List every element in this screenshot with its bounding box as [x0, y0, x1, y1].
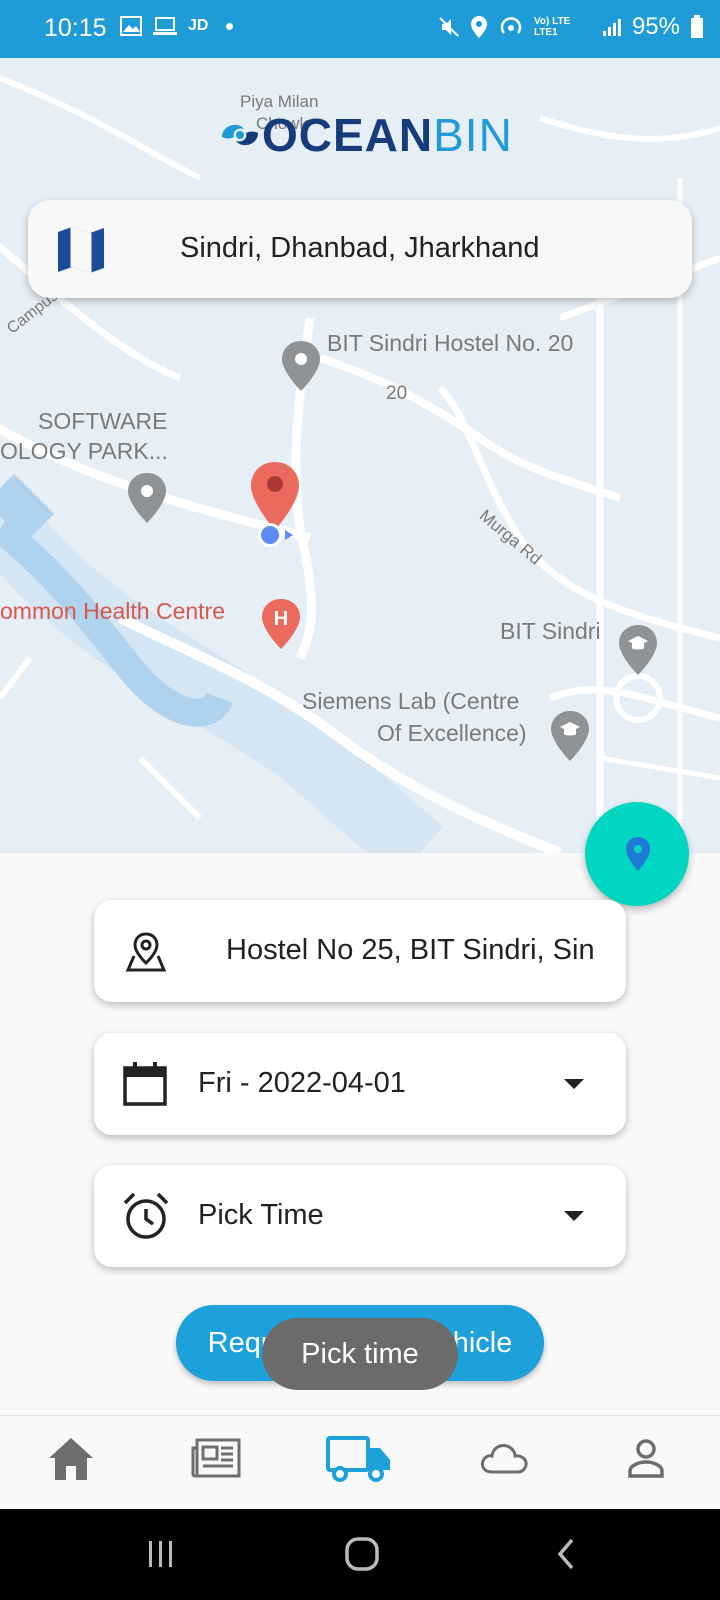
hospital-pin-icon: H	[262, 599, 300, 649]
bottom-navigation	[0, 1415, 720, 1510]
map-label-technology-park: OLOGY PARK...	[0, 438, 168, 464]
nav-profile[interactable]	[624, 1434, 668, 1489]
address-text: Hostel No 25, BIT Sindri, Sindri	[226, 934, 594, 966]
logo-text-bin: BIN	[433, 109, 513, 161]
mute-icon	[439, 17, 459, 37]
truck-icon	[326, 1436, 390, 1482]
back-icon[interactable]	[556, 1537, 576, 1571]
map-icon	[58, 227, 104, 273]
location-text: Sindri, Dhanbad, Jharkhand	[180, 232, 540, 264]
jd-icon: JD	[188, 17, 209, 34]
profile-icon	[628, 1439, 664, 1478]
map-label-road20: 20	[386, 383, 408, 404]
svg-text:H: H	[274, 608, 288, 630]
logo-text-ocean: OCEAN	[262, 109, 434, 161]
nav-cloud[interactable]	[478, 1434, 530, 1489]
battery-icon	[691, 15, 703, 38]
dot-icon	[226, 22, 234, 30]
nav-news[interactable]	[190, 1434, 242, 1489]
place-pin-icon	[128, 473, 166, 523]
battery-percent: 95%	[631, 13, 680, 40]
map-view[interactable]: Piya Milan Chowk Campus In BIT Sindri Ho…	[0, 58, 720, 853]
alarm-clock-icon	[123, 1192, 169, 1239]
app-logo: OCEAN BIN	[218, 108, 513, 162]
hotspot-icon	[500, 17, 522, 34]
status-time: 10:15	[44, 14, 107, 42]
time-dropdown-arrow-icon[interactable]	[564, 1211, 584, 1221]
date-dropdown-arrow-icon[interactable]	[564, 1079, 584, 1089]
system-navigation-bar	[0, 1509, 720, 1600]
date-picker[interactable]: Fri - 2022-04-01	[94, 1033, 626, 1135]
signal-icon	[602, 19, 621, 36]
location-pin-outline-icon	[125, 932, 167, 972]
calendar-icon	[123, 1062, 167, 1106]
location-icon	[470, 16, 487, 38]
cloud-icon	[480, 1444, 528, 1474]
status-right-icons: Vo) LTE LTE1 95%	[438, 13, 704, 41]
home-button-icon[interactable]	[345, 1537, 379, 1571]
map-label-siemens-2: Of Excellence)	[377, 720, 527, 746]
status-bar: 10:15 JD Vo) LTE LTE1 95%	[0, 0, 720, 58]
wave-logo-icon	[222, 124, 258, 146]
map-label-siemens-1: Siemens Lab (Centre	[302, 688, 520, 714]
network-text: Vo) LTE LTE1	[533, 16, 571, 38]
map-label-bit-sindri: BIT Sindri	[500, 618, 601, 644]
location-pin-icon	[626, 837, 650, 871]
address-field[interactable]: Hostel No 25, BIT Sindri, Sindri	[94, 900, 626, 1002]
news-icon	[191, 1438, 241, 1478]
location-search-card[interactable]: Sindri, Dhanbad, Jharkhand	[28, 200, 692, 298]
map-label-software: SOFTWARE	[38, 408, 168, 434]
nav-home[interactable]	[46, 1434, 96, 1489]
my-location-dot-icon	[258, 523, 293, 547]
recent-apps-icon[interactable]	[146, 1539, 176, 1569]
place-pin-icon	[282, 341, 320, 391]
school-pin-icon	[619, 625, 657, 675]
laptop-icon	[153, 17, 177, 35]
status-left-icons: JD	[120, 16, 234, 36]
toast-message: Pick time	[262, 1318, 458, 1390]
map-label-health: ommon Health Centre	[0, 598, 225, 624]
time-picker[interactable]: Pick Time	[94, 1165, 626, 1267]
map-label-hostel20: BIT Sindri Hostel No. 20	[327, 330, 574, 356]
image-icon	[120, 16, 142, 36]
home-icon	[49, 1438, 93, 1480]
time-text: Pick Time	[198, 1199, 324, 1231]
date-text: Fri - 2022-04-01	[198, 1067, 406, 1099]
locate-me-button[interactable]	[585, 802, 689, 906]
school-pin-icon	[551, 711, 589, 761]
nav-pickup[interactable]	[326, 1434, 394, 1489]
